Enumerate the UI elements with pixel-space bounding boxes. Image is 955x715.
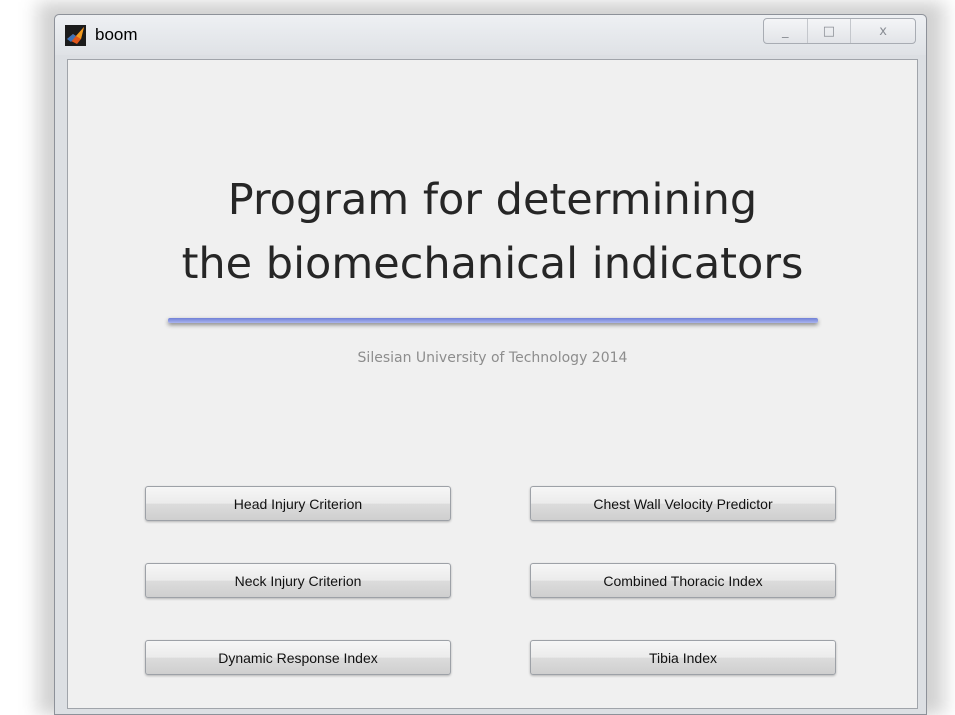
caption-buttons: _ □ x (763, 18, 916, 44)
page-title-line-1: Program for determining (227, 175, 758, 225)
neck-injury-criterion-button[interactable]: Neck Injury Criterion (145, 563, 451, 598)
page-title-line-2: the biomechanical indicators (181, 239, 804, 289)
close-icon: x (879, 23, 887, 39)
title-divider (168, 318, 818, 323)
figure-panel: Program for determining the biomechanica… (67, 59, 918, 709)
minimize-icon: _ (782, 23, 789, 39)
subtitle: Silesian University of Technology 2014 (357, 350, 628, 366)
window-title: boom (95, 25, 138, 44)
head-injury-criterion-button[interactable]: Head Injury Criterion (145, 486, 451, 521)
maximize-icon: □ (822, 23, 836, 39)
tibia-index-button[interactable]: Tibia Index (530, 640, 836, 675)
minimize-button[interactable]: _ (764, 19, 808, 43)
page-title: Program for determining the biomechanica… (68, 168, 917, 296)
combined-thoracic-index-button[interactable]: Combined Thoracic Index (530, 563, 836, 598)
matlab-icon (65, 25, 86, 46)
dynamic-response-index-button[interactable]: Dynamic Response Index (145, 640, 451, 675)
title-bar[interactable]: boom _ □ x (55, 15, 926, 55)
close-button[interactable]: x (851, 19, 915, 43)
app-window: boom _ □ x Program for determining the b… (54, 14, 927, 715)
chest-wall-velocity-predictor-button[interactable]: Chest Wall Velocity Predictor (530, 486, 836, 521)
maximize-button[interactable]: □ (808, 19, 852, 43)
